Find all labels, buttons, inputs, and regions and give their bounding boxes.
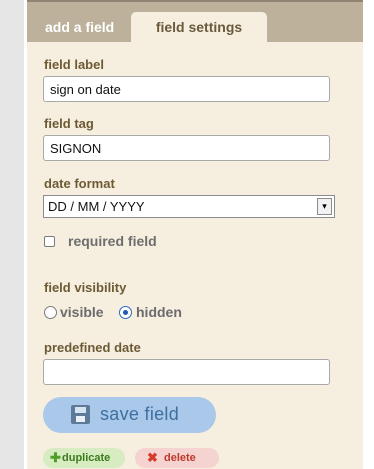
- field-label-input[interactable]: [43, 76, 330, 102]
- duplicate-label: duplicate: [62, 452, 111, 464]
- field-settings-panel: add a field field settings field label f…: [27, 0, 363, 469]
- required-field-checkbox[interactable]: [44, 236, 55, 247]
- date-format-heading: date format: [44, 176, 115, 191]
- predefined-date-heading: predefined date: [44, 340, 141, 355]
- field-tag-heading: field tag: [44, 116, 94, 131]
- save-field-label: save field: [100, 404, 180, 424]
- visibility-hidden-radio[interactable]: [119, 306, 132, 319]
- tab-field-settings[interactable]: field settings: [131, 12, 267, 44]
- save-field-button[interactable]: save field: [43, 397, 216, 433]
- visibility-hidden-label: hidden: [136, 304, 182, 320]
- plus-icon: ✚: [50, 450, 61, 465]
- field-label-heading: field label: [44, 57, 104, 72]
- tab-bar: add a field field settings: [27, 0, 363, 44]
- delete-button[interactable]: ✖ delete: [135, 448, 219, 468]
- x-icon: ✖: [147, 450, 158, 465]
- field-visibility-heading: field visibility: [44, 280, 127, 295]
- date-format-selected: DD / MM / YYYY: [48, 199, 145, 214]
- field-tag-input[interactable]: [43, 135, 330, 161]
- predefined-date-input[interactable]: [43, 359, 330, 385]
- required-field-label: required field: [68, 233, 157, 249]
- tab-add-a-field[interactable]: add a field: [35, 12, 131, 44]
- visibility-visible-label: visible: [60, 304, 104, 320]
- date-format-select[interactable]: DD / MM / YYYY ▾: [43, 195, 335, 218]
- delete-label: delete: [164, 452, 196, 464]
- chevron-down-icon[interactable]: ▾: [317, 198, 332, 215]
- floppy-disk-icon: [71, 405, 90, 424]
- left-gutter: [0, 0, 24, 469]
- visibility-visible-radio[interactable]: [44, 306, 57, 319]
- duplicate-button[interactable]: ✚ duplicate: [43, 448, 125, 468]
